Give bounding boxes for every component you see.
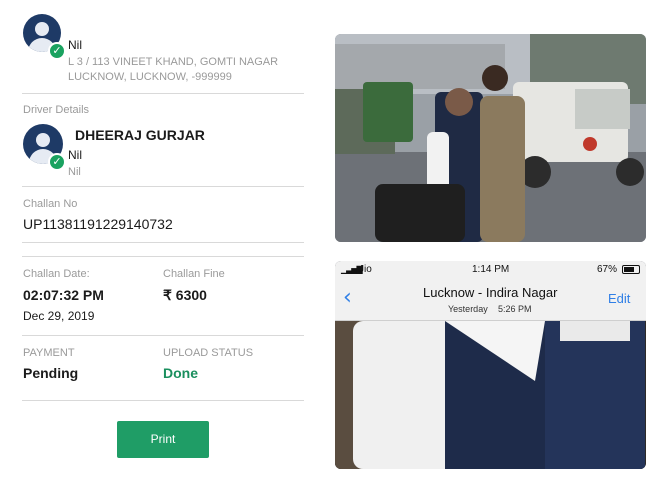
divider: [22, 335, 304, 336]
street-photo: [335, 34, 646, 242]
challan-fine-value: ₹ 6300: [163, 287, 207, 303]
challan-no-label: Challan No: [23, 198, 78, 210]
payment-label: PAYMENT: [23, 347, 75, 359]
verified-check-icon: ✓: [48, 42, 66, 60]
owner-name: Nil: [68, 38, 82, 52]
verified-check-icon: ✓: [48, 153, 66, 171]
owner-address-line2: LUCKNOW, LUCKNOW, -999999: [68, 71, 232, 83]
upload-status-value: Done: [163, 365, 198, 381]
battery-icon: [622, 265, 640, 274]
conversation-title: Lucknow - Indira Nagar: [423, 285, 558, 300]
shared-photo-illustration: [335, 321, 646, 469]
divider: [22, 242, 304, 243]
driver-name: DHEERAJ GURJAR: [75, 127, 205, 143]
street-scene-illustration: [335, 34, 646, 242]
conversation-subtitle-day: Yesterday: [448, 304, 488, 314]
phone-status-bar: ▁▃▅▇ Jio 1:14 PM 67%: [335, 261, 646, 279]
back-chevron-icon[interactable]: ‹: [343, 285, 352, 310]
owner-address-line1: L 3 / 113 VINEET KHAND, GOMTI NAGAR: [68, 56, 279, 68]
phone-nav-bar: ‹ Lucknow - Indira Nagar Yesterday 5:26 …: [335, 279, 646, 321]
divider: [22, 256, 304, 257]
driver-section-label: Driver Details: [23, 104, 90, 116]
payment-status: Pending: [23, 365, 79, 381]
challan-fine-label: Challan Fine: [163, 268, 225, 280]
battery-percent: 67%: [597, 264, 618, 275]
divider: [22, 186, 304, 187]
edit-button[interactable]: Edit: [608, 291, 630, 306]
upload-status-label: UPLOAD STATUS: [163, 347, 254, 359]
challan-date-label: Challan Date:: [23, 268, 90, 280]
driver-info-line2: Nil: [68, 166, 81, 178]
challan-details-panel: ✓ Nil L 3 / 113 VINEET KHAND, GOMTI NAGA…: [0, 0, 325, 490]
challan-no-value: UP11381191229140732: [23, 216, 173, 232]
carrier-name: Jio: [359, 264, 372, 275]
phone-time: 1:14 PM: [472, 264, 510, 275]
challan-time-value: 02:07:32 PM: [23, 287, 104, 303]
phone-screenshot: ▁▃▅▇ Jio 1:14 PM 67% ‹ Lucknow - Indira …: [335, 261, 646, 469]
challan-screenshot-collage: ✓ Nil L 3 / 113 VINEET KHAND, GOMTI NAGA…: [0, 0, 655, 490]
print-button[interactable]: Print: [117, 421, 209, 458]
challan-date-value: Dec 29, 2019: [23, 309, 95, 323]
divider: [22, 93, 304, 94]
conversation-subtitle-time: 5:26 PM: [498, 304, 532, 314]
driver-info-line1: Nil: [68, 148, 82, 162]
divider: [22, 400, 304, 401]
